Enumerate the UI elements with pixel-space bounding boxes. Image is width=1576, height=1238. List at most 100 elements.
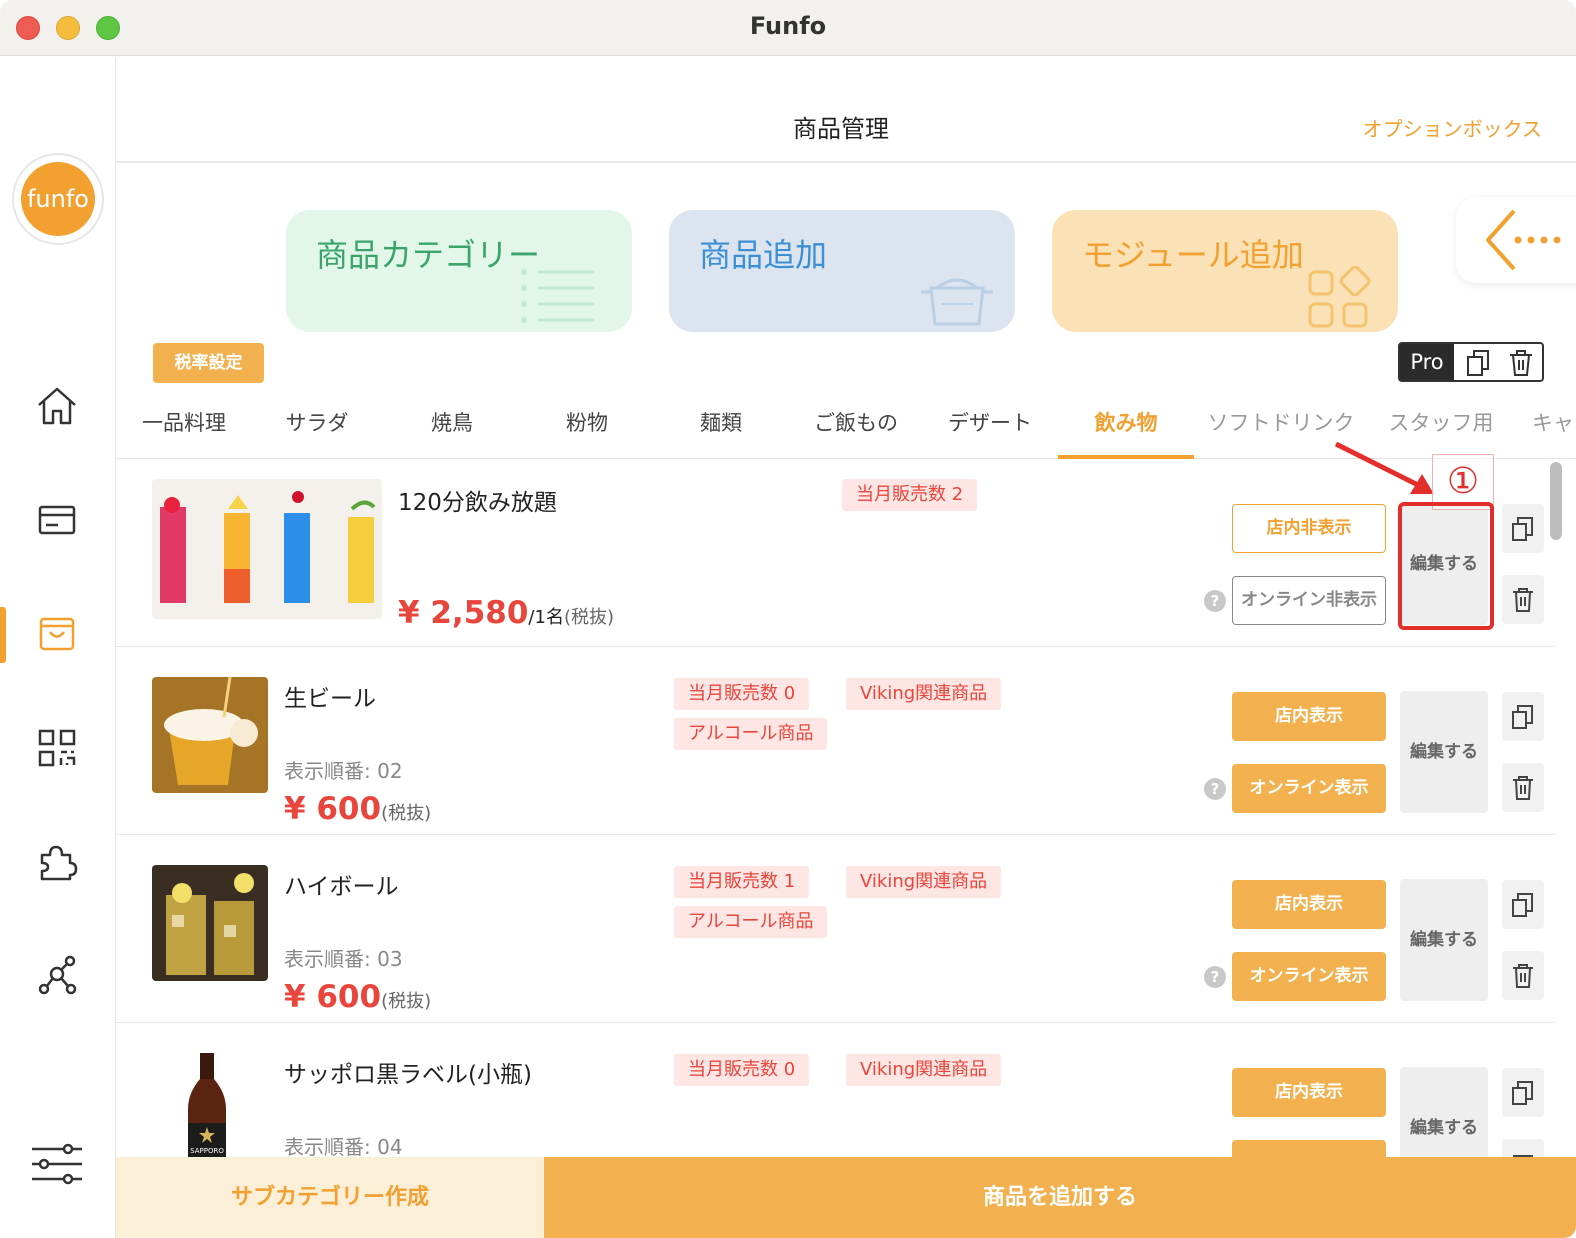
product-price: ¥ 600(税抜) [284,791,431,827]
product-row: ハイボール 表示順番: 03 ¥ 600(税抜) 当月販売数 1 Viking関… [116,835,1556,1023]
tax-note: (税抜) [381,803,432,824]
delete-product-button[interactable] [1502,575,1544,624]
beer-photo [152,677,268,793]
scrollbar-thumb[interactable] [1550,462,1562,540]
home-icon[interactable] [34,383,80,429]
monthly-sales-tag: 当月販売数 2 [842,479,978,511]
online-visibility-button[interactable]: オンライン表示 [1232,952,1386,1001]
trash-icon [1513,588,1533,612]
tab-ippin[interactable]: 一品料理 [136,407,232,459]
add-product-button[interactable]: 商品を追加する [544,1157,1576,1238]
monthly-sales-tag: 当月販売数 1 [674,866,810,898]
display-order: 表示順番: 04 [284,1135,403,1157]
funfo-logo: funfo [21,162,95,236]
viking-tag: Viking関連商品 [846,678,1002,710]
online-visibility-button[interactable] [1232,1140,1386,1157]
product-name: ハイボール [284,874,399,900]
price-unit: /1名 [528,607,564,628]
price-value: ¥ 600 [284,979,382,1015]
add-module-card[interactable]: モジュール追加 [1052,210,1398,332]
tab-konamono[interactable]: 粉物 [544,407,630,459]
tab-dessert[interactable]: デザート [942,407,1038,459]
card-icon[interactable] [34,497,80,543]
help-icon[interactable]: ? [1204,778,1226,800]
product-price: ¥ 600(税抜) [284,979,431,1015]
product-name: 生ビール [284,686,376,712]
title-bar: Funfo [0,0,1576,56]
page-title: 商品管理 [793,115,889,143]
edit-button[interactable]: 編集する [1400,1067,1488,1157]
puzzle-icon[interactable] [34,839,80,885]
pro-badge[interactable]: Pro [1400,344,1454,380]
network-icon[interactable] [34,953,80,999]
viking-tag: Viking関連商品 [846,866,1002,898]
copy-icon [1512,1081,1533,1105]
copy-product-button[interactable] [1502,1068,1544,1117]
app-window: Funfo funfo 商品管理 オプションボックス 商品カテゴリー 商品追加 … [0,0,1576,1238]
trash-icon [1513,964,1533,988]
edit-button[interactable]: 編集する [1400,879,1488,1001]
more-cards-button[interactable] [1456,197,1576,283]
delete-product-button[interactable] [1502,1139,1544,1157]
product-name: 120分飲み放題 [398,490,557,516]
copy-product-button[interactable] [1502,880,1544,929]
display-order: 表示順番: 02 [284,759,403,783]
tab-overflow[interactable]: キャ [1532,407,1576,459]
store-visibility-button[interactable]: 店内非表示 [1232,504,1386,553]
sidebar: funfo [0,57,116,1238]
create-subcategory-button[interactable]: サブカテゴリー作成 [116,1157,544,1238]
tab-yakitori[interactable]: 焼鳥 [409,407,495,459]
sliders-icon[interactable] [30,1137,84,1191]
alcohol-tag: アルコール商品 [674,906,828,938]
copy-product-button[interactable] [1502,504,1544,553]
card-label: 商品追加 [699,236,828,274]
tab-drinks[interactable]: 飲み物 [1058,407,1194,459]
svg-text:SAPPORO: SAPPORO [190,1147,224,1155]
store-visibility-button[interactable]: 店内表示 [1232,880,1386,929]
pot-icon [921,278,993,326]
list-icon [521,269,594,323]
annotation-arrow-icon [1334,441,1434,494]
add-product-card[interactable]: 商品追加 [669,210,1015,332]
delete-product-button[interactable] [1502,951,1544,1000]
online-visibility-button[interactable]: オンライン非表示 [1232,576,1386,625]
active-indicator [0,607,6,663]
delete-product-button[interactable] [1502,763,1544,812]
card-label: 商品カテゴリー [316,236,541,274]
trash-icon[interactable] [1508,349,1534,377]
store-visibility-button[interactable]: 店内表示 [1232,692,1386,741]
tax-rate-settings-button[interactable]: 税率設定 [153,343,264,383]
copy-icon [1512,893,1533,917]
product-category-card[interactable]: 商品カテゴリー [286,210,632,332]
card-label: モジュール追加 [1082,236,1304,274]
tax-note: (税抜) [381,991,432,1012]
edit-button[interactable]: 編集する [1400,691,1488,813]
display-order: 表示順番: 03 [284,947,403,971]
copy-icon [1512,517,1533,541]
tax-note: (税抜) [563,607,614,628]
shopping-bag-icon[interactable] [34,611,80,657]
copy-product-button[interactable] [1502,692,1544,741]
pro-toolbar: Pro [1398,342,1544,382]
product-row: SAPPORO サッポロ黒ラベル(小瓶) 表示順番: 04 当月販売数 0 Vi… [116,1023,1556,1157]
tab-rice[interactable]: ご飯もの [806,407,906,459]
viking-tag: Viking関連商品 [846,1054,1002,1086]
online-visibility-button[interactable]: オンライン表示 [1232,764,1386,813]
product-price: ¥ 2,580/1名(税抜) [398,595,614,631]
help-icon[interactable]: ? [1204,590,1226,612]
bottle-photo: SAPPORO [188,1053,226,1157]
drinks-photo [152,479,382,619]
help-icon[interactable]: ? [1204,966,1226,988]
qr-code-icon[interactable] [34,725,80,771]
tab-salad[interactable]: サラダ [274,407,360,459]
option-box-link[interactable]: オプションボックス [1363,113,1542,142]
product-row: 生ビール 表示順番: 02 ¥ 600(税抜) 当月販売数 0 Viking関連… [116,647,1556,835]
logo-ring: funfo [12,153,104,245]
tab-noodles[interactable]: 麺類 [678,407,764,459]
copy-icon [1512,705,1533,729]
trash-icon [1513,776,1533,800]
highball-photo [152,865,268,981]
copy-icon[interactable] [1466,349,1492,377]
store-visibility-button[interactable]: 店内表示 [1232,1068,1386,1117]
price-value: ¥ 600 [284,791,382,827]
